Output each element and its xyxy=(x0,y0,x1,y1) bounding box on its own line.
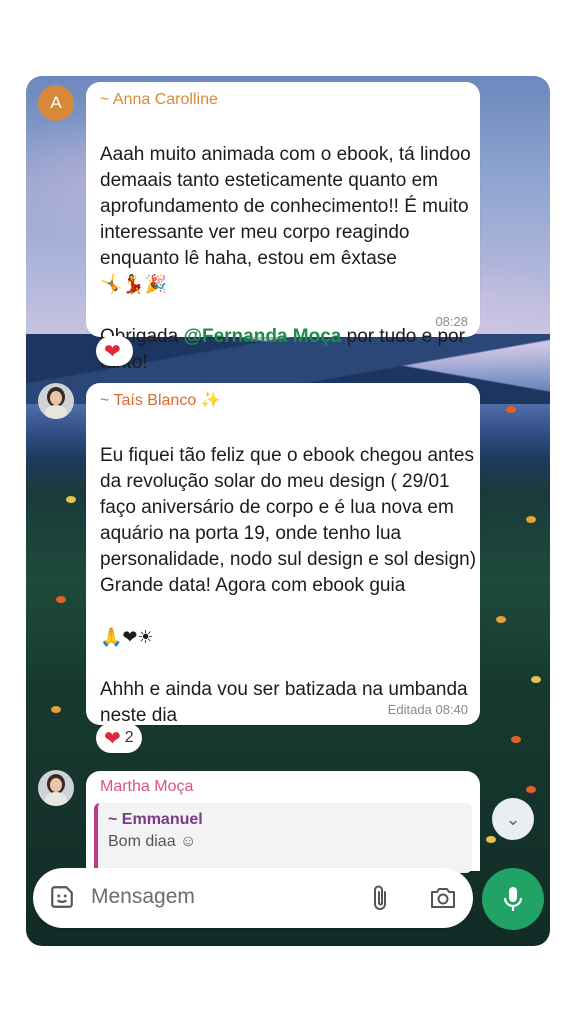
message-input[interactable]: Mensagem xyxy=(91,885,195,909)
avatar[interactable]: A xyxy=(38,85,74,121)
message-bubble[interactable]: ~ Taís Blanco ✨ Eu fiquei tão feliz que … xyxy=(86,383,480,752)
chevron-double-down-icon: ⌄ xyxy=(505,808,521,830)
message-text: Aaah muito animada com o ebook, tá lindo… xyxy=(100,116,480,376)
avatar-face xyxy=(50,778,62,792)
message-time: Editada 08:40 xyxy=(387,702,468,717)
heart-icon: ❤ xyxy=(104,339,121,363)
quoted-message[interactable]: ~ Emmanuel Bom diaa ☺ xyxy=(94,803,472,873)
message-emojis: 🙏❤☀ xyxy=(100,627,154,648)
avatar[interactable] xyxy=(38,770,74,806)
mention-link[interactable]: @Fernanda Moça xyxy=(183,326,341,347)
message-composer[interactable]: Mensagem xyxy=(33,868,473,928)
heart-icon: ❤ xyxy=(104,726,121,750)
microphone-icon xyxy=(503,887,523,911)
quoted-text: Bom diaa ☺ xyxy=(108,833,197,850)
sender-name[interactable]: ~ Taís Blanco ✨ xyxy=(100,391,480,411)
message-bubble[interactable]: Martha Moça ~ Emmanuel Bom diaa ☺ xyxy=(86,771,480,873)
sticker-icon[interactable] xyxy=(49,884,75,910)
avatar-face xyxy=(50,391,62,405)
quoted-sender: ~ Emmanuel xyxy=(108,811,203,828)
message-body: Eu fiquei tão feliz que o ebook chegou a… xyxy=(100,445,477,596)
message-emojis: 🤸💃🎉 xyxy=(100,274,168,295)
reaction-count: 2 xyxy=(124,729,134,746)
reaction-badge[interactable]: ❤ 2 xyxy=(96,723,142,753)
avatar[interactable] xyxy=(38,383,74,419)
message-body: Aaah muito animada com o ebook, tá lindo… xyxy=(100,144,471,269)
sender-name[interactable]: Martha Moça xyxy=(100,777,480,797)
message-bubble[interactable]: ~ Anna Carolline Aaah muito animada com … xyxy=(86,82,480,373)
reaction-badge[interactable]: ❤ xyxy=(96,336,133,366)
scroll-down-button[interactable]: ⌄ xyxy=(492,798,534,840)
sender-name[interactable]: ~ Anna Carolline xyxy=(100,90,480,110)
microphone-button[interactable] xyxy=(482,868,544,930)
avatar-letter: A xyxy=(50,93,62,112)
message-time: 08:28 xyxy=(435,314,468,329)
paperclip-icon[interactable] xyxy=(369,884,393,912)
camera-icon[interactable] xyxy=(429,885,457,911)
